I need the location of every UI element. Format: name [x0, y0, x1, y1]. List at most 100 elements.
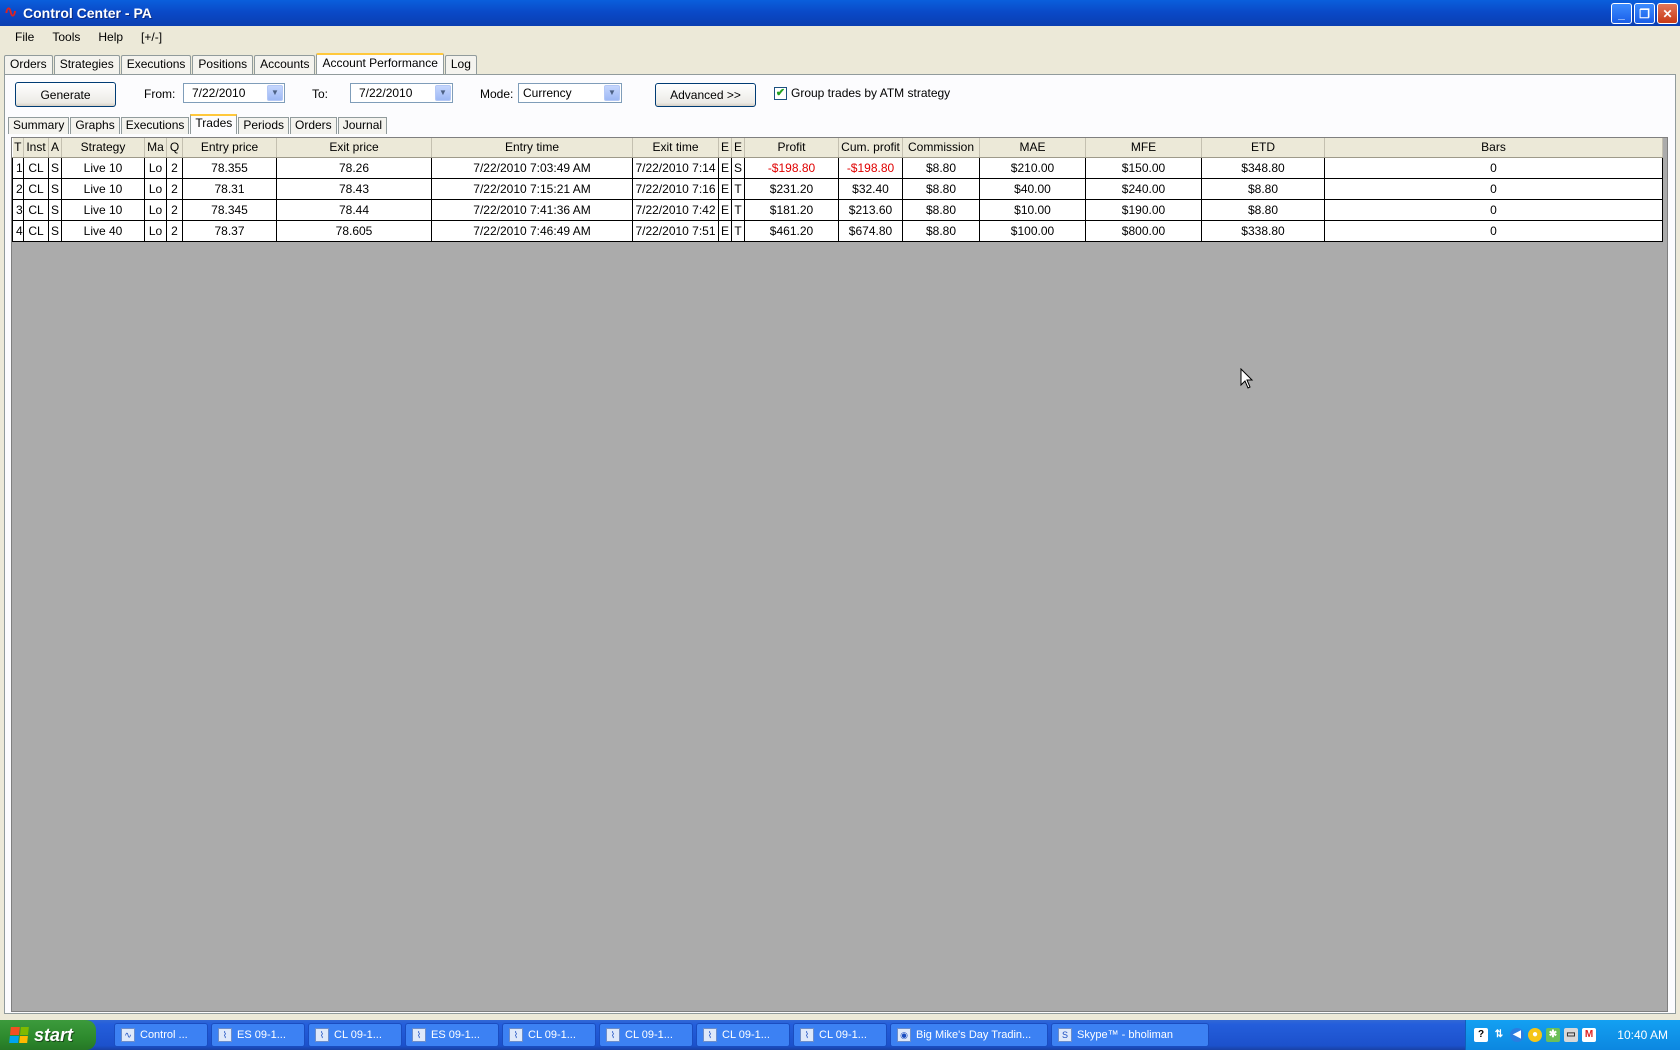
tab-accounts[interactable]: Accounts	[254, 55, 316, 74]
tab-summary[interactable]: Summary	[8, 117, 70, 134]
menu-tools[interactable]: Tools	[43, 30, 89, 44]
volume-icon[interactable]: ▭	[1564, 1028, 1578, 1042]
chevron-down-icon[interactable]: ▼	[604, 85, 620, 101]
column-header[interactable]: Exit price	[276, 138, 432, 158]
mouse-cursor-icon	[1240, 368, 1254, 389]
taskbar-button[interactable]: ⌇ CL 09-1...	[308, 1023, 402, 1047]
menu-toggle[interactable]: [+/-]	[132, 30, 171, 44]
trade-row[interactable]: 1 CL S Live 10 Lo 2 78.355 78.26 7/22/2010 7:03:…	[12, 156, 1663, 179]
tab-orders[interactable]: Orders	[4, 55, 53, 74]
chevron-down-icon[interactable]: ▼	[267, 85, 283, 101]
column-header[interactable]: Exit time	[632, 138, 719, 158]
taskbar-button[interactable]: ⌇ CL 09-1...	[502, 1023, 596, 1047]
trade-cell: 78.355	[182, 156, 277, 179]
column-header[interactable]: Ma	[144, 138, 167, 158]
taskbar-button[interactable]: ⌇ CL 09-1...	[696, 1023, 790, 1047]
taskbar-button-label: Control ...	[140, 1029, 188, 1041]
column-header[interactable]: E	[718, 138, 732, 158]
chart-icon: ⌇	[800, 1028, 814, 1042]
taskbar-button[interactable]: S Skype™ - bholiman	[1051, 1023, 1209, 1047]
messenger-icon[interactable]: ●	[1528, 1028, 1542, 1042]
tab-log[interactable]: Log	[444, 55, 477, 74]
trade-cell: 7/22/2010 7:16	[632, 177, 719, 200]
restore-button[interactable]: ❐	[1634, 3, 1655, 24]
trades-grid[interactable]: T Inst A Strategy Ma Q Entry price Exit price En…	[11, 137, 1668, 1012]
taskbar-button[interactable]: ⌇ CL 09-1...	[793, 1023, 887, 1047]
group-trades-checkbox[interactable]: ✔	[774, 87, 787, 100]
trade-cell: Live 10	[61, 198, 145, 221]
chart-icon: ⌇	[703, 1028, 717, 1042]
column-header[interactable]: MAE	[979, 138, 1086, 158]
tab-account-performance[interactable]: Account Performance	[316, 53, 444, 74]
trade-cell: $100.00	[979, 219, 1086, 242]
taskbar-button[interactable]: ⌇ ES 09-1...	[211, 1023, 305, 1047]
trade-cell: $240.00	[1085, 177, 1202, 200]
taskbar-button-label: CL 09-1...	[625, 1029, 673, 1041]
tab-positions[interactable]: Positions	[192, 55, 254, 74]
chevron-down-icon[interactable]: ▼	[435, 85, 451, 101]
advanced-button[interactable]: Advanced >>	[655, 83, 756, 107]
minimize-button[interactable]: _	[1611, 3, 1632, 24]
column-header[interactable]: Profit	[744, 138, 839, 158]
column-header[interactable]: T	[12, 138, 24, 158]
tab-executions[interactable]: Executions	[120, 55, 192, 74]
tab-executions-sub[interactable]: Executions	[120, 117, 190, 134]
trade-cell: 7/22/2010 7:03:49 AM	[431, 156, 633, 179]
mode-select[interactable]: Currency ▼	[518, 83, 622, 103]
column-header[interactable]: ETD	[1201, 138, 1325, 158]
tab-trades[interactable]: Trades	[190, 114, 238, 134]
column-header[interactable]: Q	[166, 138, 183, 158]
from-date-picker[interactable]: 7/22/2010 ▼	[183, 83, 285, 103]
browser-icon[interactable]: ◀	[1510, 1028, 1524, 1042]
trade-row[interactable]: 2 CL S Live 10 Lo 2 78.31 78.43 7/22/2010 7:15:2…	[12, 177, 1663, 200]
start-button[interactable]: start	[0, 1020, 96, 1050]
trade-row[interactable]: 3 CL S Live 10 Lo 2 78.345 78.44 7/22/2010 7:41:…	[12, 198, 1663, 221]
column-header[interactable]: MFE	[1085, 138, 1202, 158]
sub-tabs: Summary Graphs Executions Trades Periods…	[8, 114, 388, 134]
tab-graphs[interactable]: Graphs	[70, 117, 120, 134]
column-header[interactable]: Cum. profit	[838, 138, 903, 158]
trade-cell: $800.00	[1085, 219, 1202, 242]
network-icon[interactable]: ⇅	[1492, 1028, 1506, 1042]
column-header[interactable]: Strategy	[61, 138, 145, 158]
taskbar-button[interactable]: ⌇ ES 09-1...	[405, 1023, 499, 1047]
trade-cell: $8.80	[902, 198, 980, 221]
menu-file[interactable]: File	[6, 30, 43, 44]
trade-cell: $181.20	[744, 198, 839, 221]
column-header[interactable]: Commission	[902, 138, 980, 158]
gmail-icon[interactable]: M	[1582, 1028, 1596, 1042]
column-header[interactable]: A	[48, 138, 62, 158]
trade-cell: Live 10	[61, 156, 145, 179]
trade-cell: T	[731, 219, 745, 242]
tray-app-icon[interactable]: ✱	[1546, 1028, 1560, 1042]
trade-cell: $32.40	[838, 177, 903, 200]
trade-cell: 78.44	[276, 198, 432, 221]
tab-orders-sub[interactable]: Orders	[290, 117, 337, 134]
taskbar-button[interactable]: ∿ Control ...	[114, 1023, 208, 1047]
taskbar-button[interactable]: ⌇ CL 09-1...	[599, 1023, 693, 1047]
taskbar-button-label: CL 09-1...	[722, 1029, 770, 1041]
tab-journal[interactable]: Journal	[337, 117, 388, 134]
trade-cell: S	[48, 198, 62, 221]
trade-cell: E	[718, 219, 732, 242]
window-controls: _ ❐ ✕	[1611, 3, 1678, 24]
close-button[interactable]: ✕	[1657, 3, 1678, 24]
tab-periods[interactable]: Periods	[238, 117, 289, 134]
trade-cell: 78.37	[182, 219, 277, 242]
tab-strategies[interactable]: Strategies	[53, 55, 120, 74]
column-header[interactable]: Inst	[23, 138, 49, 158]
trade-row[interactable]: 4 CL S Live 40 Lo 2 78.37 78.605 7/22/2010 7:46:…	[12, 219, 1663, 242]
trade-cell: $338.80	[1201, 219, 1325, 242]
to-date-picker[interactable]: 7/22/2010 ▼	[350, 83, 453, 103]
column-header[interactable]: Bars	[1324, 138, 1663, 158]
trade-cell: T	[731, 177, 745, 200]
help-icon[interactable]: ?	[1474, 1028, 1488, 1042]
column-header[interactable]: E	[731, 138, 745, 158]
column-header[interactable]: Entry price	[182, 138, 277, 158]
menu-help[interactable]: Help	[89, 30, 132, 44]
to-label: To:	[312, 87, 329, 101]
generate-button[interactable]: Generate	[15, 82, 116, 107]
column-header[interactable]: Entry time	[431, 138, 633, 158]
taskbar-button[interactable]: ◉ Big Mike's Day Tradin...	[890, 1023, 1048, 1047]
trade-cell: 2	[166, 198, 183, 221]
